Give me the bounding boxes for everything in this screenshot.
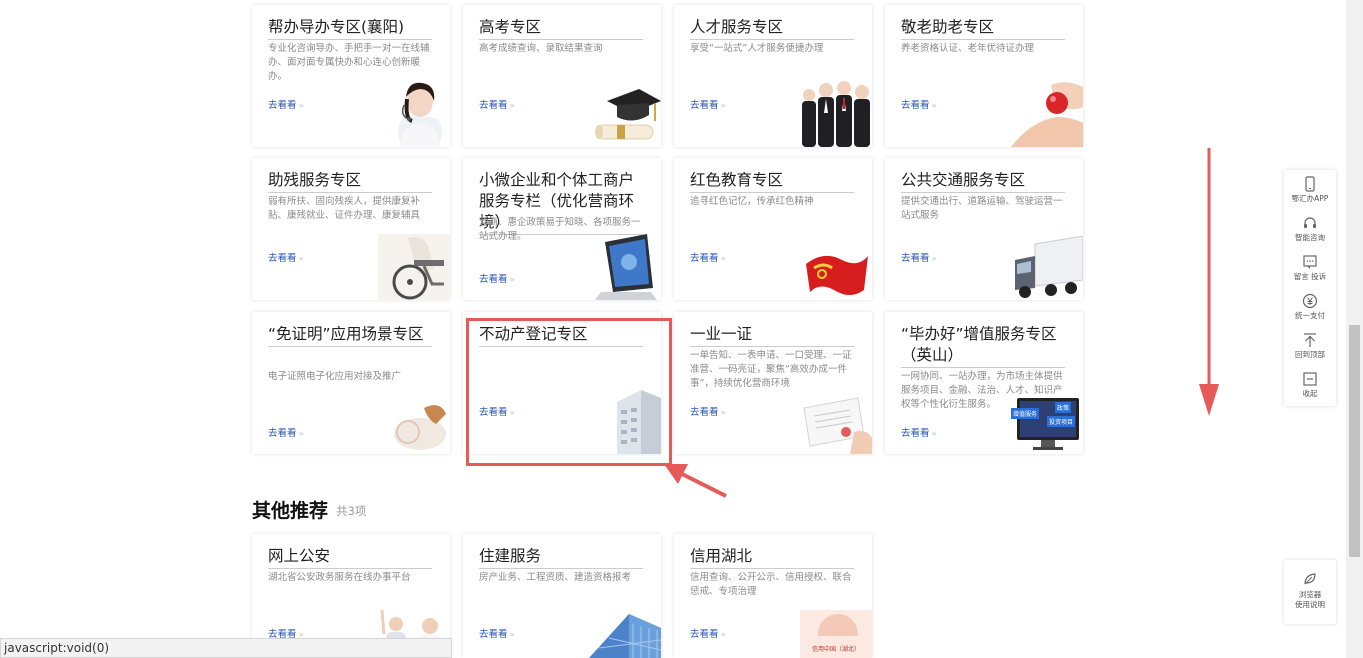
zone-title: “免证明”应用场景专区 [268, 324, 432, 347]
scroll-down-arrow-annotation [1199, 148, 1219, 416]
leaf-icon [1304, 573, 1316, 585]
zone-card-talent[interactable]: 人才服务专区 享受“一站式”人才服务便捷办理 去看看 ››› [674, 5, 872, 147]
other-desc: 信用查询、公开公示、信用授权、联合惩戒、专项治理 [690, 572, 852, 597]
zone-card-certificate-free[interactable]: “免证明”应用场景专区 电子证照电子化应用对接及推广 去看看 ››› [252, 312, 450, 454]
zone-desc: 享受“一站式”人才服务便捷办理 [690, 43, 824, 54]
zone-title: 公共交通服务专区 [901, 170, 1065, 193]
headset-icon [1304, 217, 1316, 228]
go-see-link[interactable]: 去看看 ››› [268, 250, 304, 264]
smart-consult-button[interactable]: 智能咨询 [1284, 211, 1336, 249]
zone-card-one-industry-one-license[interactable]: 一业一证 一单告知、一表申请、一口受理、一证准营、一码亮证，聚焦“高效办成一件事… [674, 312, 872, 454]
zone-title: 助残服务专区 [268, 170, 432, 193]
toolbar-label: 鄂汇办APP [1291, 194, 1329, 203]
message-complaint-button[interactable]: 留言 投诉 [1284, 250, 1336, 288]
other-section-count: 共3项 [336, 504, 367, 518]
app-download-button[interactable]: 鄂汇办APP [1284, 172, 1336, 210]
graduation-cap-illustration [595, 89, 661, 140]
highlight-box [466, 318, 672, 466]
go-see-link[interactable]: 去看看 ››› [690, 626, 726, 640]
go-see-link[interactable]: 去看看 ››› [690, 404, 726, 418]
browser-guide-button[interactable]: 浏览器 使用说明 [1284, 560, 1336, 624]
zone-title: 红色教育专区 [690, 170, 854, 193]
zone-title: 帮办导办专区(襄阳) [268, 17, 432, 40]
seal-stamp-illustration [394, 405, 446, 450]
skyscraper-illustration [589, 614, 661, 658]
helping-hands-illustration [1011, 82, 1083, 147]
laptop-illustration [595, 234, 657, 300]
zone-title: 敬老助老专区 [901, 17, 1065, 40]
other-desc: 房产业务、工程资质、建造资格报考 [479, 572, 632, 583]
toolbar-label: 留言 投诉 [1293, 272, 1327, 281]
back-to-top-button[interactable]: 回到顶部 [1284, 328, 1336, 366]
monitor-illustration: 增值服务 政策 投资项目 [1011, 394, 1083, 454]
other-title: 信用湖北 [690, 546, 854, 569]
back-to-top-icon [1304, 333, 1316, 347]
toolbar-label: 智能咨询 [1295, 233, 1325, 242]
go-see-link[interactable]: 去看看 ››› [901, 425, 937, 439]
zone-desc: 电子证照电子化应用对接及推广 [268, 371, 402, 382]
yuan-icon [1302, 293, 1318, 309]
credit-badge-illustration: 信用中国（湖北） [800, 610, 872, 658]
monitor-tag: 投资项目 [1047, 416, 1076, 427]
go-see-link[interactable]: 去看看 ››› [268, 425, 304, 439]
unified-payment-button[interactable]: 统一支付 [1284, 289, 1336, 327]
monitor-tag: 增值服务 [1011, 408, 1040, 419]
other-title: 网上公安 [268, 546, 432, 569]
browser-guide-label: 使用说明 [1295, 600, 1325, 609]
message-icon [1303, 255, 1317, 269]
credit-badge-label: 信用中国（湖北） [811, 646, 860, 653]
zone-desc: 养老资格认证、老年优待证办理 [901, 43, 1035, 54]
go-see-link[interactable]: 去看看 ››› [479, 626, 515, 640]
mobile-phone-icon [1305, 176, 1315, 192]
certificate-illustration [803, 397, 872, 454]
monitor-tag: 政策 [1055, 402, 1072, 413]
collapse-button[interactable]: 收起 [1284, 367, 1336, 405]
go-see-link[interactable]: 去看看 ››› [479, 271, 515, 285]
zone-card-elderly[interactable]: 敬老助老专区 养老资格认证、老年优待证办理 去看看 ››› [885, 5, 1083, 147]
truck-illustration [1015, 236, 1083, 298]
other-card-housing[interactable]: 住建服务 房产业务、工程资质、建造资格报考 去看看 ››› [463, 534, 661, 658]
red-flag-illustration [806, 255, 868, 295]
zone-desc: 提供交通出行、道路运输、驾驶运营一站式服务 [901, 196, 1063, 221]
collapse-icon [1303, 372, 1317, 386]
zone-title: “毕办好”增值服务专区（英山） [901, 324, 1065, 368]
zone-card-bangban[interactable]: 帮办导办专区(襄阳) 专业化咨询导办、手把手一对一在线辅办、面对面专属快办和心连… [252, 5, 450, 147]
other-title: 住建服务 [479, 546, 643, 569]
zone-desc: 弱有所扶、固向残疾人，提供康复补贴、康残就业、证件办理、康复辅具 [268, 196, 421, 221]
zone-title: 人才服务专区 [690, 17, 854, 40]
floating-toolbar: 鄂汇办APP 智能咨询 留言 投诉 统一支付 回到顶部 收起 [1284, 170, 1336, 406]
business-people-illustration [802, 81, 870, 147]
zone-card-transport[interactable]: 公共交通服务专区 提供交通出行、道路运输、驾驶运营一站式服务 去看看 ››› [885, 158, 1083, 300]
other-section-title: 其他推荐 [252, 500, 329, 522]
zone-card-disabled[interactable]: 助残服务专区 弱有所扶、固向残疾人，提供康复补贴、康残就业、证件办理、康复辅具 … [252, 158, 450, 300]
zone-title: 一业一证 [690, 324, 854, 347]
wheelchair-illustration [378, 234, 450, 300]
go-see-link[interactable]: 去看看 ››› [901, 250, 937, 264]
pointer-arrow-annotation [664, 464, 727, 498]
browser-status-bar: javascript:void(0) [0, 638, 452, 658]
toolbar-label: 回到顶部 [1295, 350, 1325, 359]
scrollbar-thumb[interactable] [1349, 325, 1360, 557]
zone-desc: 追寻红色记忆，传承红色精神 [690, 196, 814, 207]
other-desc: 湖北省公安政务服务在线办事平台 [268, 572, 411, 583]
zone-card-value-added[interactable]: “毕办好”增值服务专区（英山） 一网协同、一站办理，为市场主体提供服务项目、金融… [885, 312, 1083, 454]
browser-guide-label: 浏览器 [1298, 590, 1322, 599]
go-see-link[interactable]: 去看看 ››› [690, 250, 726, 264]
go-see-link[interactable]: 去看看 ››› [901, 97, 937, 111]
toolbar-label: 统一支付 [1295, 311, 1325, 320]
zone-card-gaokao[interactable]: 高考专区 高考成绩查询、录取结果查询 去看看 ››› [463, 5, 661, 147]
zone-card-small-business[interactable]: 小微企业和个体工商户服务专栏（优化营商环境） 营商、惠企政策易于知晓、各项服务一… [463, 158, 661, 300]
toolbar-label: 收起 [1302, 389, 1318, 398]
zone-desc: 高考成绩查询、录取结果查询 [479, 43, 603, 54]
go-see-link[interactable]: 去看看 ››› [268, 97, 304, 111]
other-card-credit[interactable]: 信用湖北 信用查询、公开公示、信用授权、联合惩戒、专项治理 去看看 ››› 信用中… [674, 534, 872, 658]
customer-service-agent-illustration [398, 82, 442, 147]
go-see-link[interactable]: 去看看 ››› [479, 97, 515, 111]
zone-desc: 一单告知、一表申请、一口受理、一证准营、一码亮证，聚焦“高效办成一件事”，持续优… [690, 350, 852, 389]
zone-title: 高考专区 [479, 17, 643, 40]
go-see-link[interactable]: 去看看 ››› [690, 97, 726, 111]
zone-card-red-education[interactable]: 红色教育专区 追寻红色记忆，传承红色精神 去看看 ››› [674, 158, 872, 300]
